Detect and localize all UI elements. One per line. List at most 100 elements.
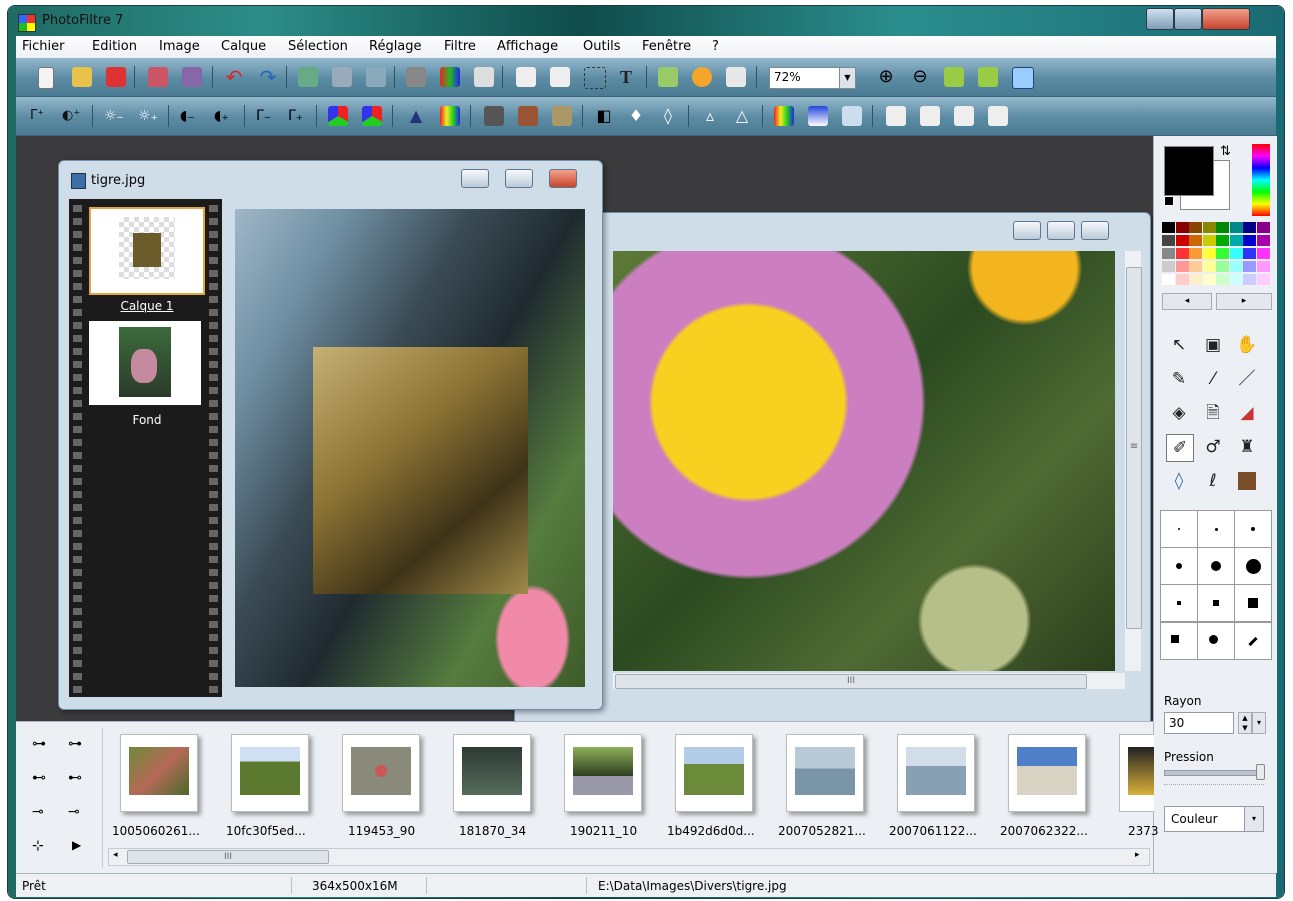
brush-size-4[interactable] [1160,547,1198,585]
menu-help[interactable]: ? [712,39,719,54]
palette-swatch[interactable] [1243,274,1256,285]
menu-calque[interactable]: Calque [221,39,266,54]
palette-swatch[interactable] [1175,274,1189,285]
palette-swatch[interactable] [1189,222,1202,233]
tree-icon-3[interactable]: ⊷ [32,770,50,788]
canvas-size-icon[interactable] [550,67,570,87]
reset-colors-icon[interactable] [1164,196,1174,206]
brightness-plus-icon[interactable]: ☼₊ [138,106,158,126]
spray-icon[interactable]: 🗎 [1200,400,1226,426]
auto-levels-icon[interactable]: Γ⁺ [30,106,50,126]
paste-layer-icon[interactable] [366,67,386,87]
flip-v-icon[interactable] [920,106,940,126]
image-size-icon[interactable] [516,67,536,87]
brush-square-2[interactable] [1197,584,1235,622]
menu-filtre[interactable]: Filtre [444,39,476,54]
palette-swatch[interactable] [1243,261,1256,272]
menu-outils[interactable]: Outils [583,39,621,54]
palette-swatch[interactable] [1243,222,1256,233]
frame-icon[interactable] [842,106,862,126]
window-icon[interactable] [726,67,746,87]
tree-icon-7[interactable]: ⊹ [32,838,50,856]
brush-size-1[interactable] [1160,510,1198,548]
eyedropper-icon[interactable]: ✎ [1166,366,1192,392]
hand-icon[interactable]: ✋ [1234,332,1260,358]
portrait-icon[interactable] [1234,468,1260,494]
palette-swatch[interactable] [1229,261,1243,272]
doc-maximize-button[interactable] [505,169,533,188]
rotate-left-icon[interactable] [954,106,974,126]
save-icon[interactable] [106,67,126,87]
fullscreen-icon[interactable] [1012,67,1034,89]
palette-swatch[interactable] [1243,248,1256,259]
filter-3-icon[interactable] [552,106,572,126]
filter-1-icon[interactable] [484,106,504,126]
palette-swatch[interactable] [1189,274,1202,285]
palette-prev-button[interactable]: ◂ [1162,293,1212,310]
palette-swatch[interactable] [1175,222,1189,233]
colors-icon[interactable] [440,106,460,126]
palette-swatch[interactable] [1229,248,1243,259]
palette-swatch[interactable] [1162,274,1175,285]
brush-size-6[interactable] [1234,547,1272,585]
brush-icon[interactable]: ✐ [1166,434,1194,462]
magic-wand-icon[interactable]: ⁄ [1200,366,1226,392]
palette-next-button[interactable]: ▸ [1216,293,1272,310]
fill-icon[interactable]: ◈ [1166,400,1192,426]
line-icon[interactable]: ／ [1234,366,1260,392]
gamma-plus-icon[interactable]: Γ₊ [288,106,308,126]
rayon-input[interactable]: 30 [1164,712,1234,734]
menu-image[interactable]: Image [159,39,200,54]
doc-close-button[interactable] [1081,221,1109,240]
scroll-right-icon[interactable]: ▸ [1135,850,1140,860]
scroll-left-icon[interactable]: ◂ [113,850,118,860]
palette-swatch[interactable] [1175,235,1189,246]
close-button[interactable] [1202,8,1250,30]
palette-swatch[interactable] [1189,235,1202,246]
redo-icon[interactable]: ↷ [258,67,278,87]
actual-size-icon[interactable] [978,67,998,87]
menu-affichage[interactable]: Affichage [497,39,558,54]
explorer-scroll-thumb[interactable]: III [127,850,329,864]
brush-size-grid[interactable] [1160,510,1272,622]
menu-reglage[interactable]: Réglage [369,39,422,54]
text-icon[interactable]: T [616,67,636,87]
tree-icon-1[interactable]: ⊶ [32,736,50,754]
finger-icon[interactable]: ℓ [1200,468,1226,494]
undo-icon[interactable]: ↶ [224,67,244,87]
brightness-minus-icon[interactable]: ☼₋ [104,106,124,126]
menu-selection[interactable]: Sélection [288,39,348,54]
h-scroll-thumb[interactable]: III [615,674,1087,689]
stamp-icon[interactable]: ♜ [1234,434,1260,460]
palette-swatch[interactable] [1256,274,1270,285]
foreground-color-swatch[interactable] [1164,146,1214,196]
palette-swatch[interactable] [1216,261,1229,272]
eraser-icon[interactable]: ◢ [1234,400,1260,426]
swap-colors-icon[interactable]: ⇅ [1220,144,1231,159]
brush-shape-round[interactable] [1197,622,1235,660]
palette-swatch[interactable] [1162,261,1175,272]
thumbnail[interactable] [564,734,642,812]
brush-shape-slant[interactable] [1234,622,1272,660]
thumbnail[interactable] [786,734,864,812]
palette-swatch[interactable] [1202,235,1216,246]
palette-swatch[interactable] [1162,222,1175,233]
palette-swatch[interactable] [1202,222,1216,233]
sharpen-more-icon[interactable]: △ [732,106,752,126]
zoom-field[interactable]: 72% [769,67,841,89]
palette-swatch[interactable] [1256,222,1270,233]
rayon-dropdown[interactable]: ▾ [1252,712,1266,734]
histogram-icon[interactable]: ▲ [406,106,426,126]
explorer-icon[interactable] [658,67,678,87]
menu-fenetre[interactable]: Fenêtre [642,39,691,54]
doc-minimize-button[interactable] [1013,221,1041,240]
palette-swatch[interactable] [1202,274,1216,285]
pression-slider-thumb[interactable] [1256,764,1265,780]
palette-icon[interactable] [440,67,460,87]
brush-size-5[interactable] [1197,547,1235,585]
thumbnail[interactable] [897,734,975,812]
palette-swatch[interactable] [1202,248,1216,259]
contrast-minus-icon[interactable]: ◖₋ [180,106,200,126]
soften-icon[interactable]: ♦ [626,106,646,126]
palette-swatch[interactable] [1256,248,1270,259]
